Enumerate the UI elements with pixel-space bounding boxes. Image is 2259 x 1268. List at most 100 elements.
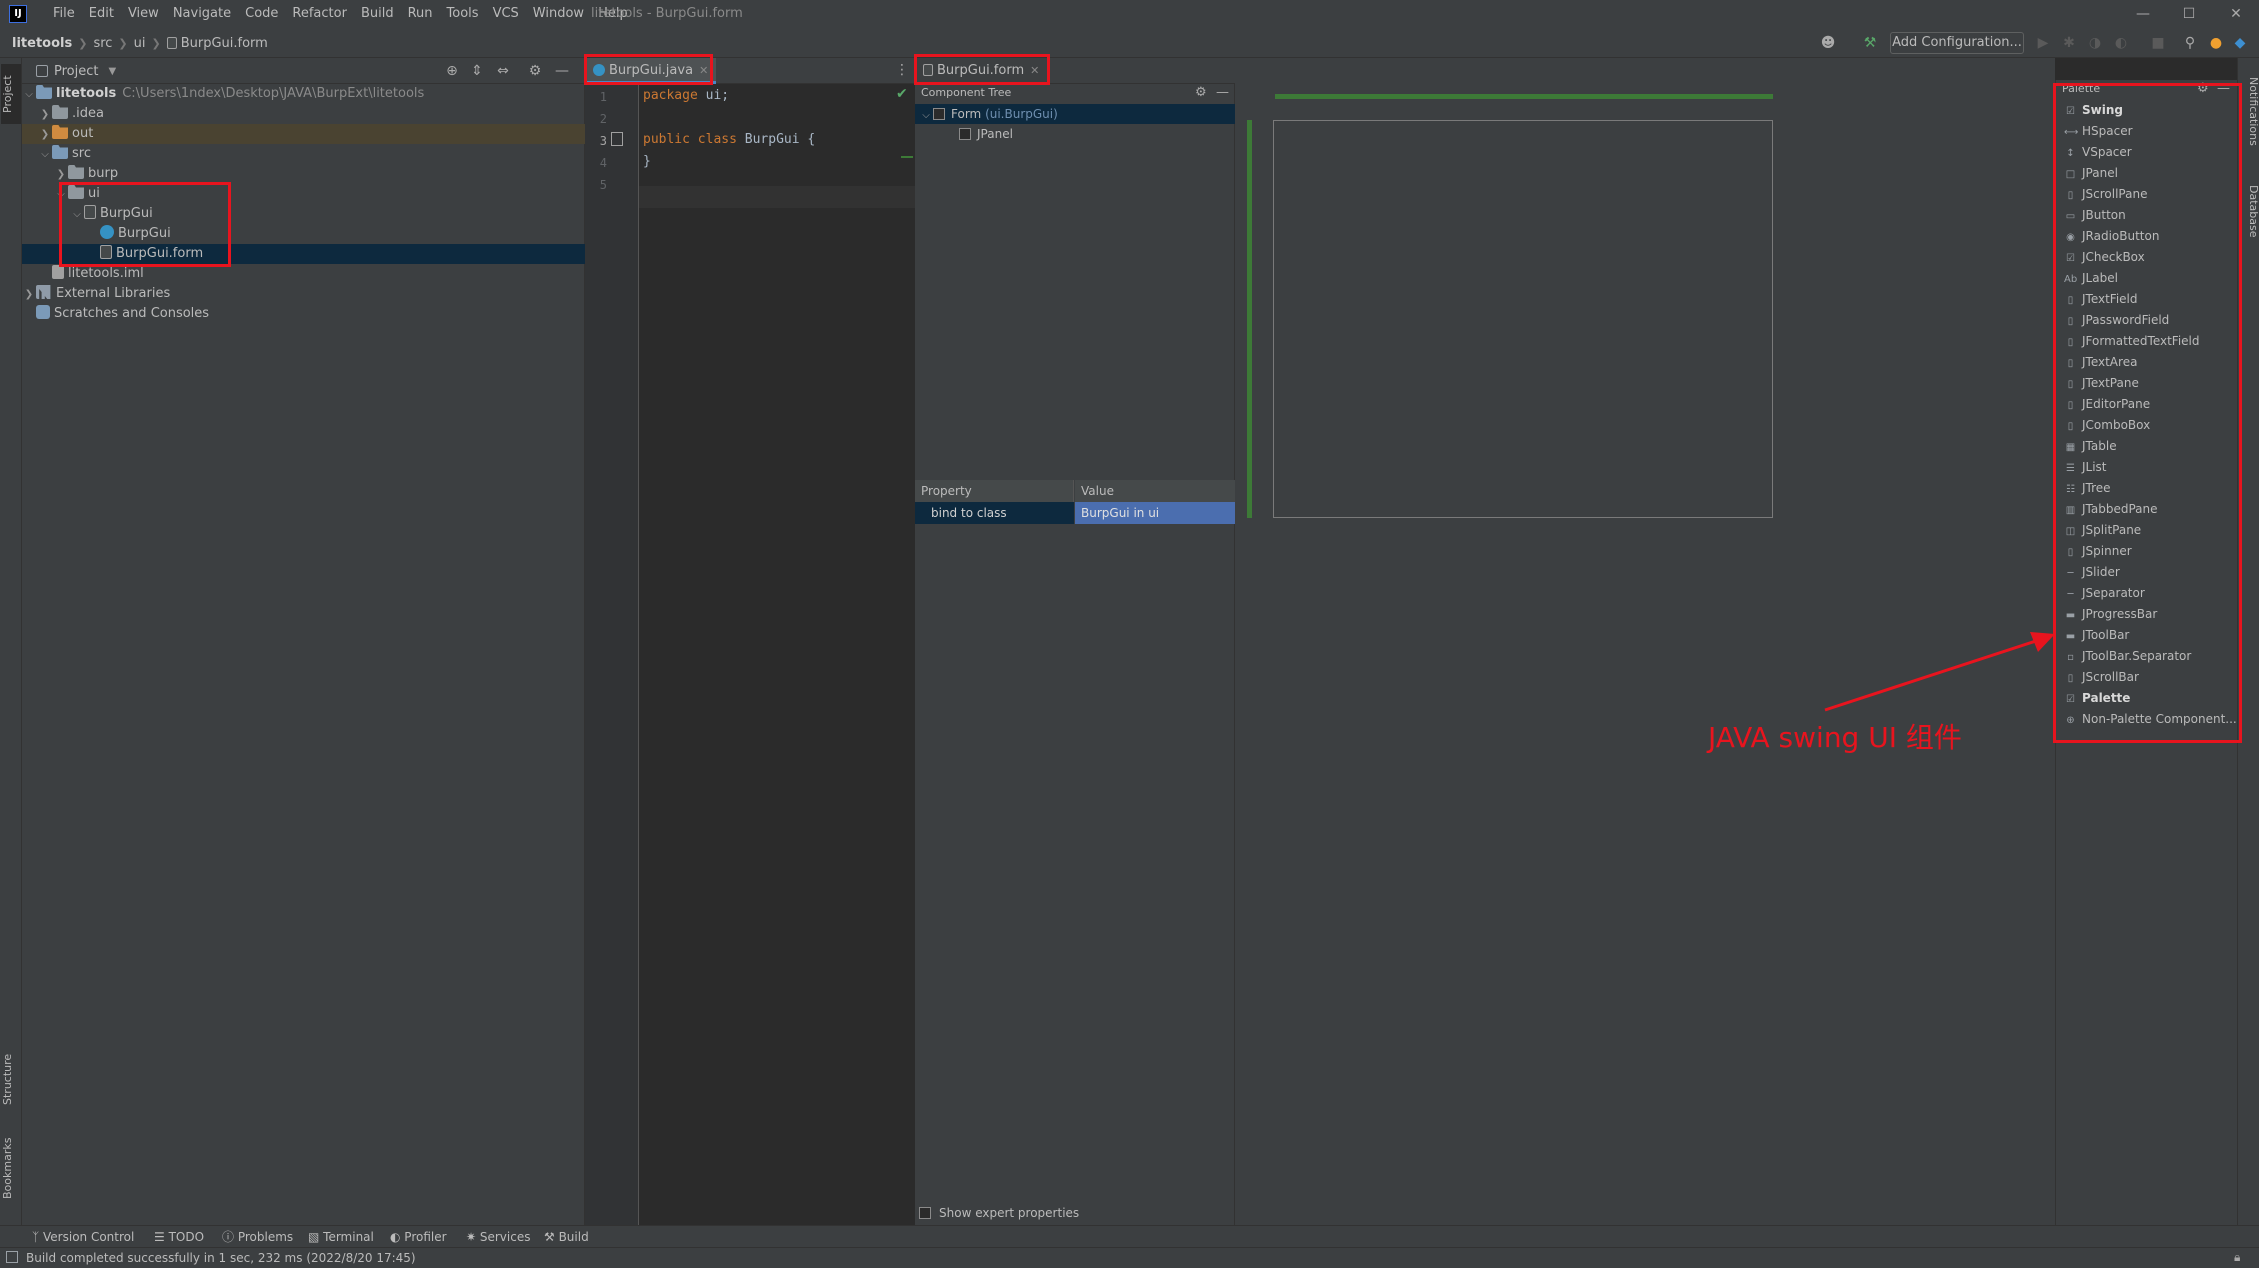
close-window-icon[interactable]: ✕ [2213,0,2259,28]
run-icon[interactable]: ▶ [2033,33,2053,53]
todo-tool[interactable]: ☰ TODO [154,1226,204,1248]
more-tabs-icon[interactable]: ⋮ [895,62,909,78]
database-tool-tab[interactable]: Database [2240,176,2259,246]
current-line-highlight [639,186,915,208]
project-view-selector[interactable]: Project ▼ [36,58,116,84]
tree-item-idea[interactable]: ❯ .idea [22,104,585,124]
build-tool[interactable]: ⚒ Build [544,1226,589,1248]
maximize-icon[interactable]: ☐ [2166,0,2212,28]
breadcrumb-ui[interactable]: ui [134,36,146,51]
collapse-all-icon[interactable]: ⇔ [493,61,513,81]
info-icon: ⓘ [222,1230,238,1244]
coverage-icon[interactable]: ◑ [2085,33,2105,53]
terminal-icon: ▧ [308,1230,324,1244]
terminal-tool[interactable]: ▧ Terminal [308,1226,374,1248]
hide-panel-icon[interactable]: — [552,61,572,81]
chevron-right-icon[interactable]: ❯ [38,105,52,125]
tree-item-src[interactable]: ⌵ src [22,144,585,164]
status-message[interactable]: Build completed successfully in 1 sec, 2… [26,1248,416,1268]
column-header-property[interactable]: Property [915,480,1074,502]
chevron-right-icon[interactable]: ❯ [22,285,36,305]
change-marker [901,156,913,158]
breadcrumb-src[interactable]: src [93,36,112,51]
stop-icon[interactable]: ■ [2148,33,2168,53]
annotation-label: JAVA swing UI 组件 [1708,721,1962,754]
tool-windows-icon[interactable] [6,1251,18,1263]
tree-item-external-libraries[interactable]: ❯ External Libraries [22,284,585,304]
menu-run[interactable]: Run [401,0,440,28]
tree-item-scratches[interactable]: Scratches and Consoles [22,304,585,324]
code-line-4[interactable]: } [643,154,651,169]
tool-label: TODO [168,1230,205,1244]
project-icon [36,65,48,77]
bottom-tool-bar: ᛉ Version Control ☰ TODO ⓘ Problems ▧ Te… [0,1225,2259,1247]
menu-edit[interactable]: Edit [82,0,121,28]
bookmarks-tool-tab[interactable]: Bookmarks [1,1133,21,1203]
profile-icon[interactable]: ◐ [2111,33,2131,53]
menu-refactor[interactable]: Refactor [285,0,354,28]
tool-label: Services [479,1230,531,1244]
version-control-tool[interactable]: ᛉ Version Control [32,1226,134,1248]
code-line-3[interactable]: public class BurpGui { [643,132,815,147]
breadcrumb-file[interactable]: BurpGui.form [181,36,268,51]
lock-icon[interactable]: 🔒︎ [2234,1250,2240,1265]
expand-all-icon[interactable]: ⇕ [467,61,487,81]
user-account-icon[interactable]: ☻ [1818,33,1838,53]
build-hammer-icon[interactable]: ⚒ [1860,33,1880,53]
tree-item-label: JPanel [977,127,1013,141]
code-line-1[interactable]: package ui; [643,88,729,103]
property-value-bind-to-class[interactable]: BurpGui in ui [1075,502,1235,524]
profiler-tool[interactable]: ◐ Profiler [390,1226,447,1248]
project-tool-tab[interactable]: Project [1,64,21,124]
updates-icon[interactable]: ● [2206,33,2226,53]
show-expert-properties[interactable]: Show expert properties [919,1204,1079,1222]
menu-vcs[interactable]: VCS [486,0,526,28]
column-guide-bar[interactable] [1275,94,1773,99]
minimize-icon[interactable]: — [2120,0,2166,28]
debug-icon[interactable]: ✱ [2059,33,2079,53]
menu-window[interactable]: Window [526,0,591,28]
bound-form-icon[interactable] [611,132,623,146]
menu-code[interactable]: Code [238,0,285,28]
chevron-down-icon[interactable]: ⌵ [919,106,933,126]
menu-build[interactable]: Build [354,0,401,28]
structure-tool-tab[interactable]: Structure [1,1048,21,1110]
highlight-box-form-tab [914,54,1050,85]
gear-icon[interactable]: ⚙ [1195,84,1207,102]
locate-file-icon[interactable]: ⊕ [442,61,462,81]
breadcrumb-project[interactable]: litetools [12,36,72,51]
search-icon[interactable]: ⚲ [2180,33,2200,53]
hide-panel-icon[interactable]: — [1216,84,1229,102]
tree-item-label: Scratches and Consoles [54,306,210,321]
tool-label: Problems [237,1230,294,1244]
tree-item-iml[interactable]: litetools.iml [22,264,585,284]
expert-checkbox[interactable] [919,1207,931,1219]
highlight-box-ui-package [59,182,231,267]
menu-view[interactable]: View [121,0,166,28]
component-tree-jpanel[interactable]: JPanel [915,124,1235,144]
problems-tool[interactable]: ⓘ Problems [222,1226,293,1248]
menu-tools[interactable]: Tools [440,0,486,28]
property-bind-to-class[interactable]: bind to class [915,502,1074,524]
menu-navigate[interactable]: Navigate [166,0,238,28]
tree-item-burp[interactable]: ❯ burp [22,164,585,184]
menu-file[interactable]: File [46,0,82,28]
panel-icon [959,128,971,140]
tree-item-litetools[interactable]: ⌵ litetools C:\Users\1ndex\Desktop\JAVA\Bu… [22,84,585,104]
jetbrains-icon[interactable]: ◆ [2230,33,2250,53]
row-guide-bar[interactable] [1247,120,1252,518]
inspection-ok-icon[interactable]: ✔ [896,86,908,102]
design-canvas-jpanel[interactable] [1273,120,1773,518]
tree-item-out[interactable]: ❯ out [22,124,585,144]
chevron-down-icon[interactable]: ⌵ [38,145,52,165]
notifications-tool-tab[interactable]: Notifications [2240,66,2259,156]
add-configuration-button[interactable]: Add Configuration... [1890,32,2024,54]
column-header-value[interactable]: Value [1075,480,1235,502]
chevron-down-icon[interactable]: ⌵ [22,85,36,105]
services-tool[interactable]: ✷ Services [466,1226,530,1248]
component-tree-form[interactable]: ⌵ Form (ui.BurpGui) [915,104,1235,124]
chevron-right-icon[interactable]: ❯ [38,125,52,145]
gear-icon[interactable]: ⚙ [525,61,545,81]
highlight-box-java-tab [584,54,713,85]
intellij-logo-icon[interactable]: IJ [9,5,27,23]
